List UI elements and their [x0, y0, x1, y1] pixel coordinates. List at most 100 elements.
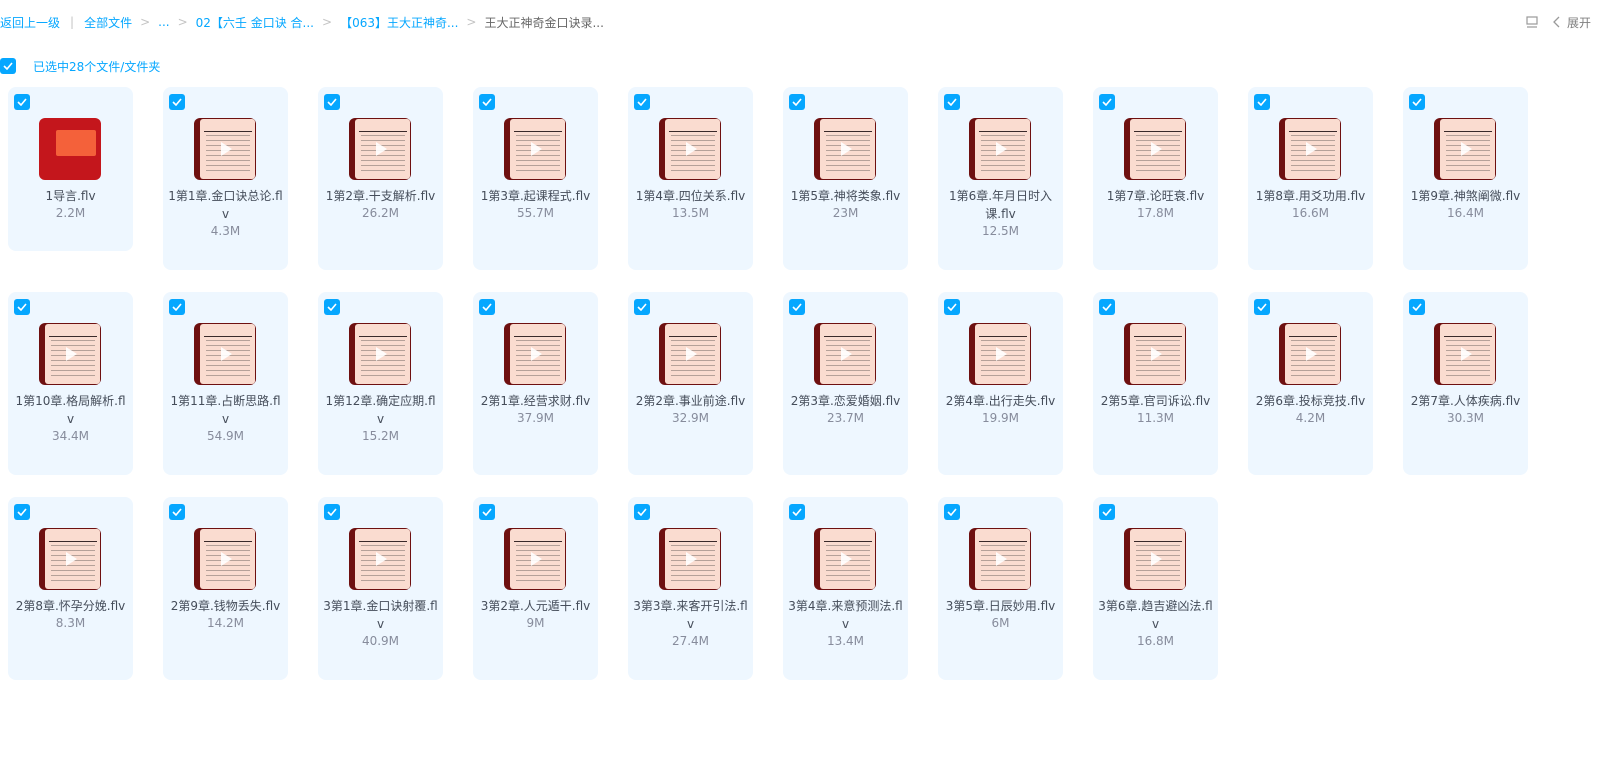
file-checkbox[interactable]	[1099, 94, 1115, 110]
file-name[interactable]: 1第2章.干支解析.flv	[323, 187, 438, 205]
file-name[interactable]: 1第6章.年月日时入课.flv	[943, 187, 1058, 223]
file-checkbox[interactable]	[1099, 504, 1115, 520]
file-name[interactable]: 1第8章.用爻功用.flv	[1253, 187, 1368, 205]
file-size: 27.4M	[671, 634, 710, 648]
file-name[interactable]: 1导言.flv	[13, 187, 128, 205]
file-checkbox[interactable]	[14, 94, 30, 110]
file-checkbox[interactable]	[944, 94, 960, 110]
file-card[interactable]: 1第1章.金口诀总论.flv 4.3M	[163, 87, 288, 270]
file-card[interactable]: 2第4章.出行走失.flv 19.9M	[938, 292, 1063, 475]
file-card[interactable]: 1第7章.论旺衰.flv 17.8M	[1093, 87, 1218, 270]
file-name[interactable]: 2第2章.事业前途.flv	[633, 392, 748, 410]
file-checkbox[interactable]	[14, 299, 30, 315]
file-name[interactable]: 1第5章.神将类象.flv	[788, 187, 903, 205]
file-card[interactable]: 2第3章.恋爱婚姻.flv 23.7M	[783, 292, 908, 475]
file-card[interactable]: 1第10章.格局解析.flv 34.4M	[8, 292, 133, 475]
breadcrumb-folder-1[interactable]: 02【六壬 金口诀 合...	[196, 14, 314, 31]
file-card[interactable]: 1第8章.用爻功用.flv 16.6M	[1248, 87, 1373, 270]
file-checkbox[interactable]	[169, 504, 185, 520]
file-name[interactable]: 3第1章.金口诀射覆.flv	[323, 597, 438, 633]
file-name[interactable]: 2第7章.人体疾病.flv	[1408, 392, 1523, 410]
file-name[interactable]: 3第4章.来意预测法.flv	[788, 597, 903, 633]
breadcrumb-folder-2[interactable]: 【063】王大正神奇...	[340, 14, 458, 31]
file-checkbox[interactable]	[1254, 299, 1270, 315]
file-checkbox[interactable]	[944, 504, 960, 520]
file-card[interactable]: 1导言.flv 2.2M	[8, 87, 133, 251]
file-name[interactable]: 2第8章.怀孕分娩.flv	[13, 597, 128, 615]
file-name[interactable]: 1第9章.神煞阐微.flv	[1408, 187, 1523, 205]
file-checkbox[interactable]	[324, 504, 340, 520]
file-name[interactable]: 2第3章.恋爱婚姻.flv	[788, 392, 903, 410]
file-card[interactable]: 1第9章.神煞阐微.flv 16.4M	[1403, 87, 1528, 270]
file-card[interactable]: 3第4章.来意预测法.flv 13.4M	[783, 497, 908, 680]
file-card[interactable]: 2第2章.事业前途.flv 32.9M	[628, 292, 753, 475]
video-slide-thumbnail	[349, 528, 411, 590]
file-card[interactable]: 1第11章.占断思路.flv 54.9M	[163, 292, 288, 475]
file-size: 6M	[991, 616, 1010, 630]
file-card[interactable]: 3第5章.日辰妙用.flv 6M	[938, 497, 1063, 680]
select-all-checkbox[interactable]	[0, 58, 16, 74]
file-checkbox[interactable]	[324, 299, 340, 315]
file-checkbox[interactable]	[634, 94, 650, 110]
file-name[interactable]: 2第9章.钱物丢失.flv	[168, 597, 283, 615]
file-name[interactable]: 2第4章.出行走失.flv	[943, 392, 1058, 410]
breadcrumb-all-files[interactable]: 全部文件	[84, 14, 132, 31]
file-name[interactable]: 1第12章.确定应期.flv	[323, 392, 438, 428]
file-checkbox[interactable]	[634, 299, 650, 315]
file-card[interactable]: 3第6章.趋吉避凶法.flv 16.8M	[1093, 497, 1218, 680]
file-name[interactable]: 1第10章.格局解析.flv	[13, 392, 128, 428]
file-card[interactable]: 2第8章.怀孕分娩.flv 8.3M	[8, 497, 133, 680]
file-checkbox[interactable]	[479, 94, 495, 110]
file-name[interactable]: 1第1章.金口诀总论.flv	[168, 187, 283, 223]
file-checkbox[interactable]	[479, 504, 495, 520]
file-checkbox[interactable]	[634, 504, 650, 520]
file-checkbox[interactable]	[789, 299, 805, 315]
file-checkbox[interactable]	[169, 94, 185, 110]
file-checkbox[interactable]	[1409, 299, 1425, 315]
video-slide-thumbnail	[1279, 323, 1341, 385]
file-checkbox[interactable]	[14, 504, 30, 520]
file-card[interactable]: 1第12章.确定应期.flv 15.2M	[318, 292, 443, 475]
file-card[interactable]: 2第5章.官司诉讼.flv 11.3M	[1093, 292, 1218, 475]
file-name[interactable]: 2第6章.投标竞技.flv	[1253, 392, 1368, 410]
file-name[interactable]: 2第1章.经营求财.flv	[478, 392, 593, 410]
list-view-icon[interactable]	[1525, 15, 1539, 29]
file-checkbox[interactable]	[1409, 94, 1425, 110]
file-checkbox[interactable]	[789, 94, 805, 110]
expand-button[interactable]: 展开	[1553, 14, 1591, 31]
file-card[interactable]: 2第6章.投标竞技.flv 4.2M	[1248, 292, 1373, 475]
file-name[interactable]: 3第3章.来客开引法.flv	[633, 597, 748, 633]
file-card[interactable]: 3第2章.人元遁干.flv 9M	[473, 497, 598, 680]
file-checkbox[interactable]	[944, 299, 960, 315]
file-card[interactable]: 2第9章.钱物丢失.flv 14.2M	[163, 497, 288, 680]
file-checkbox[interactable]	[1099, 299, 1115, 315]
file-checkbox[interactable]	[324, 94, 340, 110]
file-card[interactable]: 2第1章.经营求财.flv 37.9M	[473, 292, 598, 475]
file-name[interactable]: 3第5章.日辰妙用.flv	[943, 597, 1058, 615]
file-card[interactable]: 2第7章.人体疾病.flv 30.3M	[1403, 292, 1528, 475]
file-size: 23M	[832, 206, 859, 220]
file-name[interactable]: 1第4章.四位关系.flv	[633, 187, 748, 205]
breadcrumb-divider: |	[70, 15, 75, 29]
file-card[interactable]: 1第6章.年月日时入课.flv 12.5M	[938, 87, 1063, 270]
file-checkbox[interactable]	[479, 299, 495, 315]
file-card[interactable]: 1第3章.起课程式.flv 55.7M	[473, 87, 598, 270]
file-size: 16.4M	[1446, 206, 1485, 220]
back-link[interactable]: 返回上一级	[0, 14, 60, 31]
file-name[interactable]: 3第2章.人元遁干.flv	[478, 597, 593, 615]
file-name[interactable]: 1第11章.占断思路.flv	[168, 392, 283, 428]
file-name[interactable]: 1第3章.起课程式.flv	[478, 187, 593, 205]
file-card[interactable]: 1第5章.神将类象.flv 23M	[783, 87, 908, 270]
file-card[interactable]: 1第2章.干支解析.flv 26.2M	[318, 87, 443, 270]
file-name[interactable]: 2第5章.官司诉讼.flv	[1098, 392, 1213, 410]
file-card[interactable]: 3第1章.金口诀射覆.flv 40.9M	[318, 497, 443, 680]
play-icon	[221, 347, 232, 361]
file-name[interactable]: 3第6章.趋吉避凶法.flv	[1098, 597, 1213, 633]
file-checkbox[interactable]	[169, 299, 185, 315]
file-name[interactable]: 1第7章.论旺衰.flv	[1098, 187, 1213, 205]
file-card[interactable]: 3第3章.来客开引法.flv 27.4M	[628, 497, 753, 680]
file-checkbox[interactable]	[789, 504, 805, 520]
file-checkbox[interactable]	[1254, 94, 1270, 110]
breadcrumb-ellipsis[interactable]: ...	[158, 15, 169, 29]
file-card[interactable]: 1第4章.四位关系.flv 13.5M	[628, 87, 753, 270]
